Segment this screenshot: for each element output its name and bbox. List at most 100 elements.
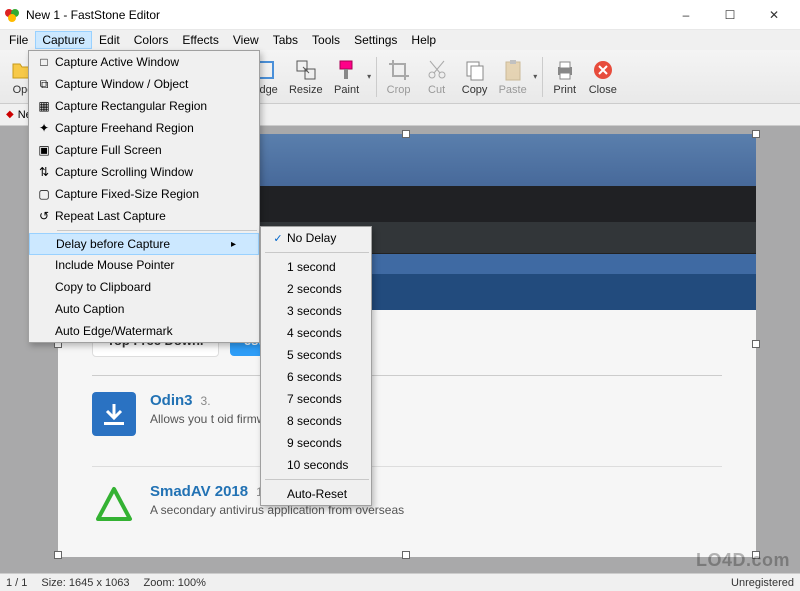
- cut-button: Cut: [418, 53, 456, 101]
- menu-colors[interactable]: Colors: [127, 31, 176, 49]
- menu-capture[interactable]: Capture: [35, 31, 92, 49]
- delay-menu-item[interactable]: ✓No Delay: [261, 227, 371, 249]
- cut-icon: [425, 58, 449, 82]
- selection-handle[interactable]: [54, 551, 62, 559]
- menu-settings[interactable]: Settings: [347, 31, 404, 49]
- app-icon: [4, 7, 20, 23]
- tool-label: Copy: [462, 84, 488, 96]
- item-title: Odin3: [150, 392, 193, 409]
- list-item[interactable]: SmadAV 201812.2.0A secondary antivirus a…: [92, 466, 722, 543]
- capture-menu-item[interactable]: ▦Capture Rectangular Region: [29, 95, 259, 117]
- delay-menu-item[interactable]: 1 second: [261, 256, 371, 278]
- capture-menu-item[interactable]: Auto Edge/Watermark: [29, 320, 259, 342]
- delay-menu-item[interactable]: 7 seconds: [261, 388, 371, 410]
- delay-menu-item[interactable]: 4 seconds: [261, 322, 371, 344]
- delay-menu-item[interactable]: 3 seconds: [261, 300, 371, 322]
- capture-menu-item[interactable]: ▢Capture Fixed-Size Region: [29, 183, 259, 205]
- menu-item-label: Repeat Last Capture: [55, 209, 166, 223]
- menu-edit[interactable]: Edit: [92, 31, 127, 49]
- menu-item-label: Copy to Clipboard: [55, 280, 151, 294]
- paste-dropdown[interactable]: ▾: [532, 53, 539, 101]
- close-button[interactable]: Close: [584, 53, 622, 101]
- menu-item-label: Capture Rectangular Region: [55, 99, 207, 113]
- close-window-button[interactable]: ✕: [752, 1, 796, 29]
- capture-menu-item[interactable]: Delay before Capture▸: [29, 233, 259, 255]
- menu-tabs[interactable]: Tabs: [266, 31, 305, 49]
- menu-item-label: 1 second: [287, 260, 336, 274]
- capture-menu-item[interactable]: Copy to Clipboard: [29, 276, 259, 298]
- copy-button[interactable]: Copy: [456, 53, 494, 101]
- delay-menu-item[interactable]: Auto-Reset: [261, 483, 371, 505]
- delay-menu-item[interactable]: 5 seconds: [261, 344, 371, 366]
- item-version: 3.: [201, 394, 211, 408]
- menu-item-label: Include Mouse Pointer: [55, 258, 174, 272]
- modified-dot-icon: ◆: [6, 109, 14, 120]
- capture-menu-item[interactable]: Auto Caption: [29, 298, 259, 320]
- capture-menu-item[interactable]: ✦Capture Freehand Region: [29, 117, 259, 139]
- tool-label: Paste: [499, 84, 527, 96]
- capture-menu-item[interactable]: Include Mouse Pointer: [29, 254, 259, 276]
- submenu-arrow-icon: ▸: [231, 239, 236, 250]
- crop-icon: [387, 58, 411, 82]
- capture-menu-item[interactable]: ↺Repeat Last Capture: [29, 205, 259, 227]
- selection-handle[interactable]: [752, 130, 760, 138]
- maximize-button[interactable]: ☐: [708, 1, 752, 29]
- print-button[interactable]: Print: [546, 53, 584, 101]
- capture-menu-item[interactable]: ⧉Capture Window / Object: [29, 73, 259, 95]
- menu-item-label: 4 seconds: [287, 326, 342, 340]
- rect-icon: ▦: [33, 99, 55, 113]
- tool-label: Cut: [428, 84, 445, 96]
- fixed-icon: ▢: [33, 187, 55, 201]
- menu-effects[interactable]: Effects: [175, 31, 225, 49]
- selection-handle[interactable]: [402, 551, 410, 559]
- selection-handle[interactable]: [402, 130, 410, 138]
- menu-tools[interactable]: Tools: [305, 31, 347, 49]
- tool-label: Paint: [334, 84, 359, 96]
- menu-item-label: 9 seconds: [287, 436, 342, 450]
- selection-handle[interactable]: [752, 340, 760, 348]
- repeat-icon: ↺: [33, 209, 55, 223]
- window-title: New 1 - FastStone Editor: [26, 8, 664, 22]
- app-icon: [92, 392, 136, 436]
- capture-menu: □Capture Active Window⧉Capture Window / …: [28, 50, 260, 343]
- menu-item-label: 8 seconds: [287, 414, 342, 428]
- delay-menu-item[interactable]: 2 seconds: [261, 278, 371, 300]
- tool-label: Close: [589, 84, 617, 96]
- print-icon: [553, 58, 577, 82]
- minimize-button[interactable]: –: [664, 1, 708, 29]
- scroll-icon: ⇅: [33, 165, 55, 179]
- menu-file[interactable]: File: [2, 31, 35, 49]
- menu-item-label: Capture Freehand Region: [55, 121, 194, 135]
- delay-menu-item[interactable]: 8 seconds: [261, 410, 371, 432]
- toolbar-separator: [542, 57, 543, 97]
- tool-label: Crop: [387, 84, 411, 96]
- capture-menu-item[interactable]: ▣Capture Full Screen: [29, 139, 259, 161]
- menu-help[interactable]: Help: [404, 31, 443, 49]
- menu-item-label: 2 seconds: [287, 282, 342, 296]
- paint-icon: [335, 58, 359, 82]
- page-body: Top Free Downl est Updates Odin33.Allows…: [58, 310, 756, 557]
- close-icon: [591, 58, 615, 82]
- app-icon: [92, 483, 136, 527]
- menu-item-label: 10 seconds: [287, 458, 348, 472]
- delay-menu-item[interactable]: 10 seconds: [261, 454, 371, 476]
- paint-button[interactable]: Paint: [328, 53, 366, 101]
- item-title: SmadAV 2018: [150, 483, 248, 500]
- status-size: Size: 1645 x 1063: [41, 577, 129, 589]
- menu-item-label: Capture Window / Object: [55, 77, 188, 91]
- freehand-icon: ✦: [33, 121, 55, 135]
- resize-button[interactable]: Resize: [284, 53, 328, 101]
- delay-menu-item[interactable]: 6 seconds: [261, 366, 371, 388]
- capture-menu-item[interactable]: ⇅Capture Scrolling Window: [29, 161, 259, 183]
- list-item[interactable]: Odin33.Allows you t oid firmware without…: [92, 375, 722, 452]
- menu-view[interactable]: View: [226, 31, 266, 49]
- capture-menu-item[interactable]: □Capture Active Window: [29, 51, 259, 73]
- menu-item-label: No Delay: [287, 231, 336, 245]
- status-registration: Unregistered: [731, 577, 794, 589]
- fullscreen-icon: ▣: [33, 143, 55, 157]
- menu-item-label: Capture Full Screen: [55, 143, 162, 157]
- paint-dropdown[interactable]: ▾: [366, 53, 373, 101]
- crop-button: Crop: [380, 53, 418, 101]
- check-icon: ✓: [269, 232, 287, 245]
- delay-menu-item[interactable]: 9 seconds: [261, 432, 371, 454]
